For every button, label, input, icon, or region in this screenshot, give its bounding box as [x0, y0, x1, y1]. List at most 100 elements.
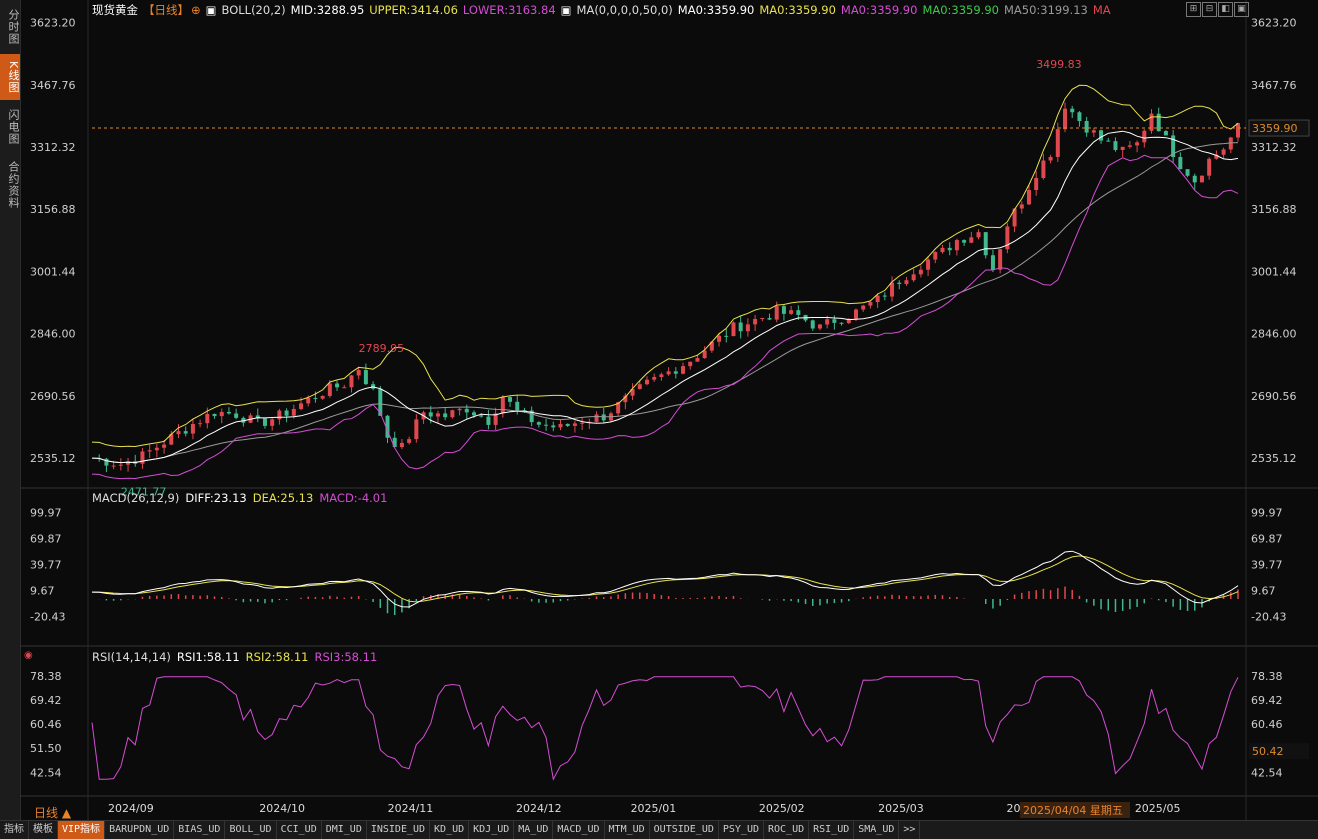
candle-body: [154, 447, 159, 451]
candle-body: [940, 247, 945, 253]
indicator-tab-17[interactable]: RSI_UD: [809, 821, 855, 839]
candle-body: [954, 240, 959, 251]
period-toggle[interactable]: 日线 ▲: [34, 804, 71, 821]
macd-diff: DIFF:23.13: [185, 491, 247, 505]
candle-body: [299, 403, 304, 409]
period-label[interactable]: 【日线】: [143, 3, 189, 17]
y-tick-left: -20.43: [30, 611, 65, 624]
indicator-tab-2[interactable]: VIP指标: [58, 821, 106, 839]
indicator-tab-11[interactable]: MA_UD: [514, 821, 554, 839]
candle-body: [1099, 130, 1104, 141]
chart-canvas[interactable]: 3623.20 3623.20 3467.76 3467.76 3312.32 3312.…: [0, 0, 1318, 820]
candle-body: [327, 383, 332, 396]
candle-body: [212, 413, 217, 417]
y-tick-left: 2690.56: [30, 390, 76, 403]
candle-body: [652, 377, 657, 380]
y-tick-right: 78.38: [1251, 670, 1283, 683]
split-icon[interactable]: ⊟: [1202, 2, 1217, 17]
indicator-tab-15[interactable]: PSY_UD: [719, 821, 764, 839]
candle-body: [1199, 175, 1204, 183]
indicator-tab-13[interactable]: MTM_UD: [605, 821, 650, 839]
candle-body: [190, 424, 195, 434]
indicator-tab-16[interactable]: ROC_UD: [764, 821, 810, 839]
boll-icon[interactable]: ▣: [206, 3, 217, 17]
candle-body: [666, 371, 671, 375]
candle-body: [104, 458, 109, 466]
x-tick-label: 2025/01: [631, 802, 677, 815]
boll-def: BOLL(20,2): [221, 3, 286, 17]
candle-body: [767, 318, 772, 320]
half-icon[interactable]: ◧: [1218, 2, 1233, 17]
candle-body: [572, 423, 577, 426]
y-tick-right: 2535.12: [1251, 452, 1297, 465]
boll-mid: MID:3288.95: [290, 3, 365, 17]
candle-body: [1019, 204, 1024, 209]
candle-body: [637, 384, 642, 390]
indicator-tab-14[interactable]: OUTSIDE_UD: [650, 821, 719, 839]
crosshair-date: 2025/04/04 星期五: [1023, 804, 1123, 817]
ma0-green: MA0:3359.90: [922, 3, 999, 17]
indicator-tab-9[interactable]: KD_UD: [430, 821, 470, 839]
rsi-def: RSI(14,14,14): [92, 650, 171, 664]
target-icon[interactable]: ⊕: [191, 3, 201, 17]
indicator-tab-18[interactable]: SMA_UD: [854, 821, 900, 839]
boll-mid-line: [91, 130, 1239, 464]
candle-body: [226, 411, 231, 414]
ma50-value: MA50:3199.13: [1003, 3, 1088, 17]
candle-body: [270, 419, 275, 426]
candle-body: [176, 431, 181, 435]
ma-icon[interactable]: ▣: [561, 3, 572, 17]
candle-body: [399, 442, 404, 448]
candle-body: [414, 419, 419, 440]
candle-body: [890, 282, 895, 297]
indicator-tab-19[interactable]: >>: [899, 821, 921, 839]
candle-body: [464, 408, 469, 413]
app-root: 分时图 K线图 闪电图 合约资料 3623.20 3623.20 3467.76 34…: [0, 0, 1318, 839]
candle-body: [789, 310, 794, 314]
candle-body: [753, 318, 758, 325]
indicator-tab-1[interactable]: 模板: [29, 821, 58, 839]
candle-body: [933, 252, 938, 260]
candle-body: [1041, 160, 1046, 178]
settings-icon[interactable]: ◉: [24, 650, 33, 661]
candle-body: [926, 259, 931, 270]
candle-body: [443, 413, 448, 418]
indicator-tab-6[interactable]: CCI_UD: [277, 821, 322, 839]
indicator-tab-12[interactable]: MACD_UD: [553, 821, 605, 839]
candle-body: [1048, 156, 1053, 161]
y-tick-left: 3312.32: [30, 141, 76, 154]
candle-body: [947, 247, 952, 251]
indicator-tab-7[interactable]: DMI_UD: [322, 821, 367, 839]
candle-body: [147, 450, 152, 452]
y-tick-right: 2690.56: [1251, 390, 1297, 403]
candle-body: [1192, 175, 1197, 183]
candle-body: [183, 431, 188, 434]
rsi-title: RSI(14,14,14) RSI1:58.11 RSI2:58.11 RSI3:58…: [92, 650, 383, 664]
indicator-tab-4[interactable]: BIAS_UD: [174, 821, 226, 839]
layout-icon[interactable]: ⊞: [1186, 2, 1201, 17]
candle-body: [702, 350, 707, 359]
y-tick-right: 39.77: [1251, 559, 1283, 572]
indicator-tab-3[interactable]: BARUPDN_UD: [105, 821, 175, 839]
boll-upper: UPPER:3414.06: [369, 3, 458, 17]
candle-body: [1113, 141, 1118, 150]
candle-body: [817, 324, 822, 329]
candle-body: [904, 280, 909, 284]
candle-body: [500, 397, 505, 414]
rsi-current-label: 50.42: [1252, 745, 1284, 758]
y-tick-right: 3623.20: [1251, 17, 1297, 30]
candle-body: [868, 302, 873, 306]
indicator-tab-10[interactable]: KDJ_UD: [469, 821, 515, 839]
indicator-tab-0[interactable]: 指标: [0, 821, 29, 839]
candle-body: [1063, 108, 1068, 130]
maximize-icon[interactable]: ▣: [1234, 2, 1249, 17]
candle-body: [1178, 157, 1183, 170]
candle-body: [969, 237, 974, 243]
boll-lower: LOWER:3163.84: [462, 3, 556, 17]
candle-body: [1207, 158, 1212, 176]
y-tick-right: 3312.32: [1251, 141, 1297, 154]
indicator-tab-8[interactable]: INSIDE_UD: [367, 821, 431, 839]
candle-body: [1135, 142, 1140, 146]
candle-body: [450, 410, 455, 418]
indicator-tab-5[interactable]: BOLL_UD: [225, 821, 277, 839]
